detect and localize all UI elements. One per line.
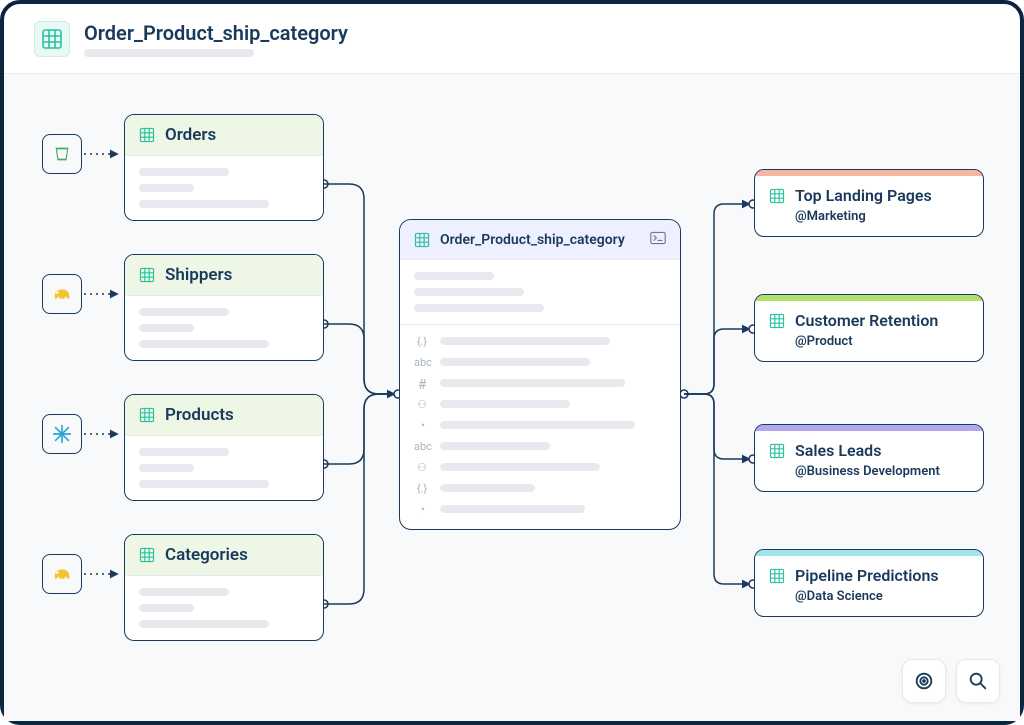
search-button[interactable]	[956, 659, 1000, 703]
output-node-top-landing-pages[interactable]: Top Landing Pages @Marketing	[754, 169, 984, 237]
hadoop-elephant-icon	[51, 283, 73, 305]
output-title: Sales Leads	[795, 441, 881, 460]
field-row: abc	[414, 356, 666, 368]
derived-title: Order_Product_ship_category	[440, 232, 640, 248]
output-owner: @Data Science	[769, 589, 969, 604]
recenter-button[interactable]	[902, 659, 946, 703]
derived-fields-list: {.} abc # ⚇ ◔ abc ⚇ {.} ◔	[400, 325, 680, 529]
grid-icon	[41, 28, 63, 50]
grid-icon	[769, 313, 785, 329]
bucket-icon	[51, 143, 73, 165]
grid-icon	[769, 568, 785, 584]
grid-icon	[139, 127, 155, 143]
grid-icon	[139, 267, 155, 283]
source-title: Products	[165, 405, 234, 425]
struct-type-icon: ⚇	[414, 461, 430, 473]
search-icon	[967, 670, 989, 692]
timestamp-type-icon: ◔	[414, 419, 430, 431]
output-title: Top Landing Pages	[795, 186, 932, 205]
target-icon	[913, 670, 935, 692]
text-type-icon: abc	[414, 356, 430, 368]
output-node-customer-retention[interactable]: Customer Retention @Product	[754, 294, 984, 362]
source-connector-icon-categories[interactable]	[42, 554, 82, 594]
snowflake-icon	[51, 423, 73, 445]
output-node-sales-leads[interactable]: Sales Leads @Business Development	[754, 424, 984, 492]
run-query-icon[interactable]	[650, 230, 666, 249]
source-header: Products	[125, 395, 323, 436]
field-row: ◔	[414, 503, 666, 515]
output-node-pipeline-predictions[interactable]: Pipeline Predictions @Data Science	[754, 549, 984, 617]
grid-icon	[139, 407, 155, 423]
field-row: #	[414, 377, 666, 389]
timestamp-type-icon: ◔	[414, 503, 430, 515]
source-connector-icon-orders[interactable]	[42, 134, 82, 174]
dataset-grid-icon	[34, 21, 70, 57]
json-type-icon: {.}	[414, 335, 430, 347]
source-title: Orders	[165, 125, 216, 145]
output-title: Customer Retention	[795, 311, 938, 330]
text-type-icon: abc	[414, 440, 430, 452]
grid-icon	[769, 443, 785, 459]
field-row: ◔	[414, 419, 666, 431]
field-row: {.}	[414, 335, 666, 347]
hadoop-elephant-icon	[51, 563, 73, 585]
app-frame: Order_Product_ship_category	[0, 0, 1024, 725]
field-row: abc	[414, 440, 666, 452]
derived-dataset-node[interactable]: Order_Product_ship_category {.} abc # ⚇ …	[399, 219, 681, 530]
source-node-products[interactable]: Products	[124, 394, 324, 501]
number-type-icon: #	[414, 377, 430, 389]
grid-icon	[769, 188, 785, 204]
grid-icon	[414, 232, 430, 248]
header: Order_Product_ship_category	[4, 4, 1020, 74]
header-text: Order_Product_ship_category	[84, 21, 348, 57]
grid-icon	[139, 547, 155, 563]
source-connector-icon-products[interactable]	[42, 414, 82, 454]
source-header: Orders	[125, 115, 323, 156]
derived-meta	[400, 260, 680, 325]
derived-header: Order_Product_ship_category	[400, 220, 680, 260]
output-title: Pipeline Predictions	[795, 566, 939, 585]
struct-type-icon: ⚇	[414, 398, 430, 410]
field-row: ⚇	[414, 461, 666, 473]
source-node-shippers[interactable]: Shippers	[124, 254, 324, 361]
source-title: Shippers	[165, 265, 232, 285]
field-row: {.}	[414, 482, 666, 494]
output-owner: @Business Development	[769, 464, 969, 479]
source-header: Categories	[125, 535, 323, 576]
json-type-icon: {.}	[414, 482, 430, 494]
page-title: Order_Product_ship_category	[84, 21, 348, 45]
source-node-orders[interactable]: Orders	[124, 114, 324, 221]
source-title: Categories	[165, 545, 248, 565]
source-node-categories[interactable]: Categories	[124, 534, 324, 641]
source-header: Shippers	[125, 255, 323, 296]
subtitle-placeholder	[84, 49, 254, 57]
source-connector-icon-shippers[interactable]	[42, 274, 82, 314]
field-row: ⚇	[414, 398, 666, 410]
lineage-canvas[interactable]: Orders Shippers Products	[4, 74, 1020, 721]
output-owner: @Product	[769, 334, 969, 349]
output-owner: @Marketing	[769, 209, 969, 224]
